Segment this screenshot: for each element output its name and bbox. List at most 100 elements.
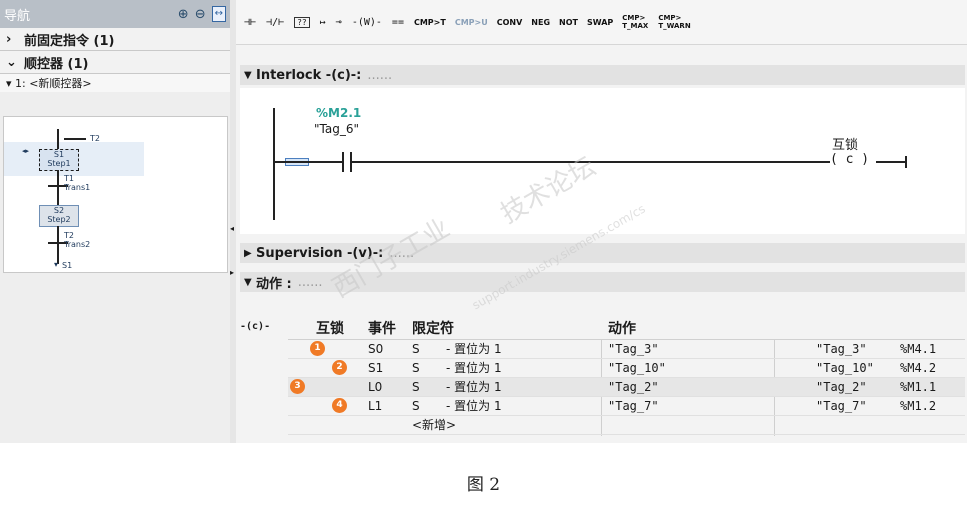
section-comment[interactable]: ...... (367, 68, 392, 83)
new-row[interactable]: <新增> (288, 416, 965, 435)
action-cell[interactable]: "Tag_7" (608, 397, 659, 415)
interlock-section-header[interactable]: ▼ Interlock -(c)-: ...... (240, 65, 965, 85)
action-flag-icon: ◂▸ (22, 147, 30, 155)
event-cell[interactable]: S0 (368, 340, 383, 358)
open-branch-button[interactable]: ↦ (320, 17, 326, 28)
qualifier-cell[interactable]: S (412, 340, 420, 358)
contact-tag[interactable]: "Tag_6" (314, 122, 359, 136)
tag-name-cell[interactable]: "Tag_3" (816, 340, 867, 358)
collapse-triangle-icon[interactable]: ▼ (244, 70, 252, 81)
transition-id: T1 (64, 174, 74, 183)
compare-button[interactable]: == (392, 17, 404, 28)
tag-address-cell[interactable]: %M1.2 (900, 397, 936, 415)
tag-address-cell[interactable]: %M4.1 (900, 340, 936, 358)
contact-operand[interactable]: %M2.1 (316, 106, 361, 120)
qualifier-description[interactable]: - 置位为 1 (446, 359, 502, 377)
collapse-caret-icon[interactable]: ⌄ (6, 55, 24, 70)
action-row[interactable]: 2 S1 S - 置位为 1 "Tag_10" "Tag_10" %M4.2 (288, 359, 965, 378)
collapse-triangle-icon[interactable]: ▼ (244, 277, 252, 288)
rung-end (905, 156, 907, 168)
cmp-t-button[interactable]: CMP>T (414, 18, 446, 27)
coil-label: 互锁 (832, 138, 859, 153)
tag-address-cell[interactable]: %M1.1 (900, 378, 936, 396)
actions-section-header[interactable]: ▼ 动作 : ...... (240, 272, 965, 292)
transition-name: Trans1 (64, 183, 91, 192)
action-cell[interactable]: "Tag_3" (608, 340, 659, 358)
row-number-badge: 1 (310, 341, 325, 356)
ladder-toolbar: ⊣⊢ ⊣/⊢ ?? ↦ ⊸ -(W)- == CMP>T CMP>U CONV … (236, 0, 967, 45)
no-contact-button[interactable]: ⊣⊢ (244, 17, 256, 28)
warning-coil-button[interactable]: -(W)- (352, 17, 382, 28)
event-cell[interactable]: L1 (368, 397, 382, 415)
step-1[interactable]: S1 Step1 (39, 149, 79, 171)
rung-line (876, 161, 906, 163)
close-branch-button[interactable]: ⊸ (336, 17, 342, 28)
button-line: CMP> (622, 14, 646, 22)
sequence-overview[interactable]: T2 ◂▸ S1 Step1 T1 Trans1 S2 Step2 T2 Tra… (3, 116, 228, 273)
action-cell[interactable]: "Tag_2" (608, 378, 659, 396)
qualifier-description[interactable]: - 置位为 1 (446, 397, 502, 415)
section-comment[interactable]: ...... (298, 275, 323, 290)
expand-triangle-icon[interactable]: ▶ (244, 248, 252, 259)
empty-box-button[interactable]: ?? (294, 16, 310, 28)
add-new-cell[interactable]: <新增> (412, 416, 456, 434)
tag-name-cell[interactable]: "Tag_7" (816, 397, 867, 415)
fit-view-icon[interactable]: ↔ (211, 6, 226, 22)
step-2[interactable]: S2 Step2 (39, 205, 79, 227)
zoom-out-icon[interactable]: ⊖ (195, 7, 206, 22)
event-cell[interactable]: S1 (368, 359, 383, 377)
action-row[interactable]: 3 L0 S - 置位为 1 "Tag_2" "Tag_2" %M1.1 (288, 378, 965, 397)
qualifier-description[interactable]: - 置位为 1 (446, 378, 502, 396)
nc-contact-button[interactable]: ⊣/⊢ (266, 17, 284, 28)
step-name: Step2 (47, 215, 71, 224)
expand-right-icon[interactable]: ▸ (230, 268, 234, 277)
button-line: CMP> (658, 14, 682, 22)
expand-caret-icon[interactable]: › (6, 32, 24, 47)
row-number-badge: 2 (332, 360, 347, 375)
conv-button[interactable]: CONV (497, 18, 523, 27)
contact-left (342, 152, 344, 172)
jump-target: S1 (62, 261, 73, 270)
action-row[interactable]: 4 L1 S - 置位为 1 "Tag_7" "Tag_7" %M1.2 (288, 397, 965, 416)
tia-portal-window: 导航 ⊕ ⊖ ↔ › 前固定指令 (1) ⌄ 顺控器 (1) ▾ 1: <新顺控… (0, 0, 967, 443)
transition-name: Trans2 (64, 240, 91, 249)
nav-item-pre-fixed[interactable]: › 前固定指令 (1) (0, 28, 230, 51)
interlock-coil[interactable]: ( c ) (830, 152, 869, 167)
navigation-title: 导航 (4, 8, 31, 24)
jump-label: T2 (90, 134, 100, 143)
nav-item-label: 前固定指令 (1) (24, 33, 115, 49)
cmp-u-button[interactable]: CMP>U (455, 18, 488, 27)
tag-address-cell[interactable]: %M4.2 (900, 359, 936, 377)
step-id: S2 (53, 206, 65, 215)
rung-line (275, 161, 342, 163)
supervision-section-header[interactable]: ▶ Supervision -(v)-: ...... (240, 243, 965, 263)
qualifier-description[interactable]: - 置位为 1 (446, 340, 502, 358)
tag-name-cell[interactable]: "Tag_10" (816, 359, 874, 377)
swap-button[interactable]: SWAP (587, 18, 613, 27)
row-number-badge: 3 (290, 379, 305, 394)
sequencer-entry[interactable]: ▾ 1: <新顺控器> (0, 74, 230, 92)
nav-item-sequencer[interactable]: ⌄ 顺控器 (1) (0, 51, 230, 74)
tag-name-cell[interactable]: "Tag_2" (816, 378, 867, 396)
not-button[interactable]: NOT (559, 18, 578, 27)
qualifier-cell[interactable]: S (412, 359, 420, 377)
event-cell[interactable]: L0 (368, 378, 382, 396)
zoom-in-icon[interactable]: ⊕ (178, 7, 189, 22)
section-comment[interactable]: ...... (389, 246, 414, 261)
button-line: T_WARN (658, 22, 691, 30)
qualifier-cell[interactable]: S (412, 378, 420, 396)
cmp-twarn-button[interactable]: CMP> T_WARN (658, 14, 690, 30)
qualifier-cell[interactable]: S (412, 397, 420, 415)
action-row[interactable]: 1 S0 S - 置位为 1 "Tag_3" "Tag_3" %M4.1 (288, 340, 965, 359)
collapse-left-icon[interactable]: ◂ (230, 224, 234, 233)
figure-caption: 图 2 (466, 475, 501, 495)
neg-button[interactable]: NEG (531, 18, 550, 27)
action-cell[interactable]: "Tag_10" (608, 359, 666, 377)
navigation-pane: 导航 ⊕ ⊖ ↔ › 前固定指令 (1) ⌄ 顺控器 (1) ▾ 1: <新顺控… (0, 0, 231, 443)
interlock-network[interactable]: %M2.1 "Tag_6" 互锁 ( c ) (240, 88, 965, 234)
action-table: -(c)- 互锁 事件 限定符 动作 1 S0 S - 置位为 1 "Tag_3" "Ta… (240, 318, 965, 443)
cmp-tmax-button[interactable]: CMP> T_MAX (622, 14, 648, 30)
header-action: 动作 (608, 321, 636, 337)
power-rail (273, 108, 275, 220)
button-line: T_MAX (622, 22, 649, 30)
